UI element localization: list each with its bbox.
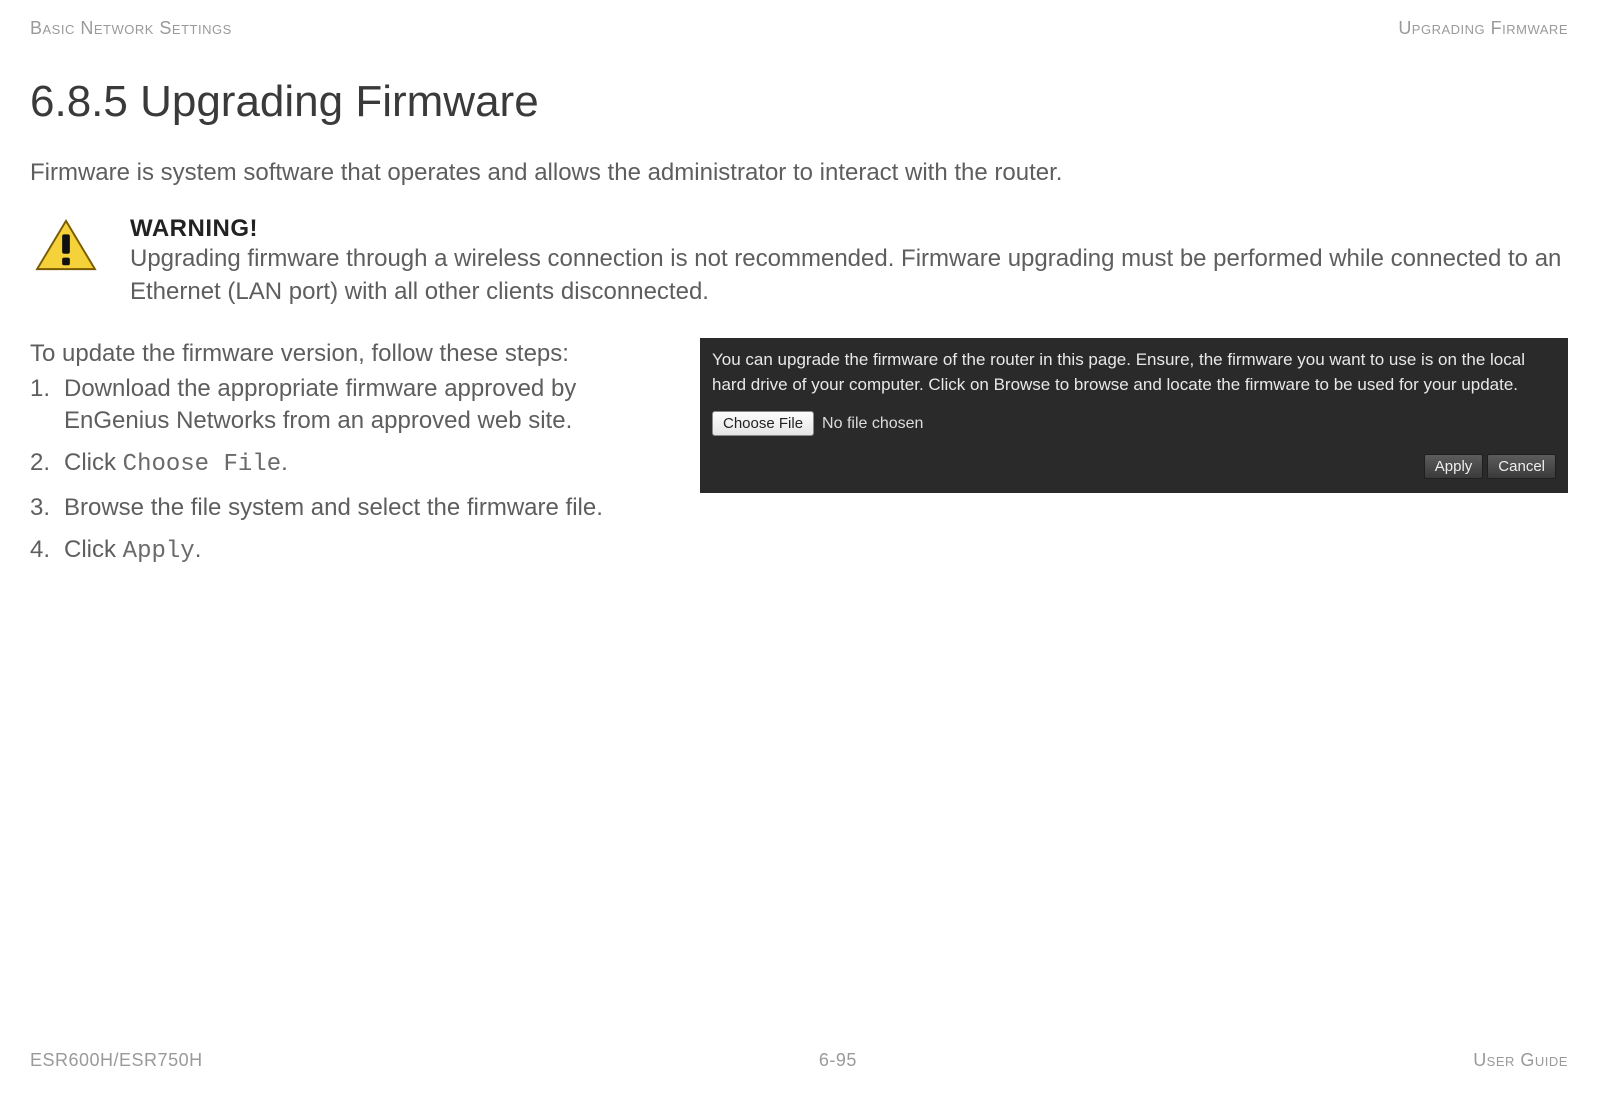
steps-intro: To update the firmware version, follow t…	[30, 338, 670, 370]
step-2: Click Choose File.	[30, 447, 670, 481]
panel-description: You can upgrade the firmware of the rout…	[712, 348, 1556, 397]
file-input-row: Choose File No file chosen	[712, 411, 1556, 436]
page-header: Basic Network Settings Upgrading Firmwar…	[30, 0, 1568, 39]
panel-button-row: Apply Cancel	[712, 454, 1556, 479]
footer-right: User Guide	[1473, 1050, 1568, 1071]
step-1: Download the appropriate firmware approv…	[30, 373, 670, 438]
header-right: Upgrading Firmware	[1398, 18, 1568, 39]
footer-center: 6-95	[819, 1050, 857, 1071]
header-left: Basic Network Settings	[30, 18, 232, 39]
warning-block: WARNING! Upgrading firmware through a wi…	[30, 215, 1568, 308]
screenshot-column: You can upgrade the firmware of the rout…	[700, 338, 1568, 578]
step-4: Click Apply.	[30, 534, 670, 568]
choose-file-button[interactable]: Choose File	[712, 411, 814, 436]
warning-triangle-icon	[35, 219, 97, 273]
footer-left: ESR600H/ESR750H	[30, 1050, 203, 1071]
step-4-pre: Click	[64, 536, 123, 563]
steps-list: Download the appropriate firmware approv…	[30, 373, 670, 569]
router-firmware-panel: You can upgrade the firmware of the rout…	[700, 338, 1568, 493]
warning-title: WARNING!	[130, 215, 1568, 243]
step-4-post: .	[195, 536, 202, 563]
step-2-pre: Click	[64, 449, 123, 476]
intro-paragraph: Firmware is system software that operate…	[30, 157, 1568, 189]
step-2-post: .	[281, 449, 288, 476]
step-3: Browse the file system and select the fi…	[30, 492, 670, 524]
apply-button[interactable]: Apply	[1424, 454, 1484, 479]
warning-icon	[30, 215, 102, 273]
page-footer: ESR600H/ESR750H 6-95 User Guide	[30, 1050, 1568, 1071]
no-file-chosen-text: No file chosen	[822, 412, 923, 435]
warning-text: WARNING! Upgrading firmware through a wi…	[130, 215, 1568, 308]
page-title: 6.8.5 Upgrading Firmware	[30, 77, 1568, 127]
warning-body: Upgrading firmware through a wireless co…	[130, 243, 1568, 308]
step-4-code: Apply	[123, 538, 195, 565]
steps-column: To update the firmware version, follow t…	[30, 338, 670, 578]
content-columns: To update the firmware version, follow t…	[30, 338, 1568, 578]
cancel-button[interactable]: Cancel	[1487, 454, 1556, 479]
step-2-code: Choose File	[123, 451, 281, 478]
